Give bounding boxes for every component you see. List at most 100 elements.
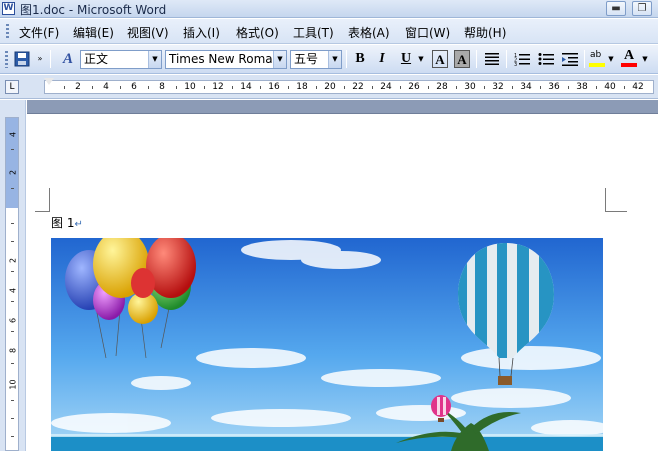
vertical-ruler-tick-label: 8 bbox=[8, 347, 18, 354]
styles-formatting-icon[interactable]: A bbox=[58, 49, 78, 69]
vertical-ruler-tick-label: 6 bbox=[8, 317, 18, 324]
ruler-minor-tick bbox=[316, 86, 317, 89]
restore-button[interactable]: ❐ bbox=[632, 1, 652, 16]
ruler-minor-tick bbox=[288, 86, 289, 89]
italic-button[interactable]: I bbox=[372, 49, 392, 69]
ruler-minor-tick bbox=[484, 86, 485, 89]
menu-view[interactable]: 视图(V) bbox=[127, 24, 169, 41]
save-icon[interactable] bbox=[12, 49, 32, 69]
menu-format[interactable]: 格式(O) bbox=[236, 24, 279, 41]
font-size-value: 五号 bbox=[294, 52, 319, 66]
ruler-tick-label: 42 bbox=[632, 82, 644, 92]
bullets-icon[interactable] bbox=[536, 49, 556, 69]
ruler-minor-tick bbox=[64, 86, 65, 89]
font-value: Times New Roman bbox=[169, 52, 281, 66]
menu-tools[interactable]: 工具(T) bbox=[293, 24, 334, 41]
ruler-tick-label: 38 bbox=[576, 82, 588, 92]
figure-caption[interactable]: 图 1↵ bbox=[51, 214, 83, 231]
vertical-ruler-minor-tick bbox=[11, 331, 14, 332]
balloons-image bbox=[51, 238, 603, 451]
tab-selector[interactable]: L bbox=[5, 80, 19, 94]
minimize-button[interactable]: ▬ bbox=[606, 1, 626, 16]
ruler-minor-tick bbox=[372, 86, 373, 89]
ruler-tick-label: 14 bbox=[240, 82, 252, 92]
ruler-minor-tick bbox=[92, 86, 93, 89]
toolbar-separator bbox=[346, 50, 347, 68]
svg-text:3: 3 bbox=[514, 62, 517, 66]
menu-file[interactable]: 文件(F) bbox=[19, 24, 59, 41]
formatting-toolbar: » A 正文 ▼ Times New Roman ▼ 五号 ▼ B I U ▼ … bbox=[0, 45, 658, 74]
ruler-minor-tick bbox=[344, 86, 345, 89]
vertical-ruler-minor-tick bbox=[11, 188, 14, 189]
ruler-tick-label: 26 bbox=[408, 82, 420, 92]
vertical-ruler-tick-label: 2 bbox=[8, 169, 18, 176]
vertical-ruler-minor-tick bbox=[11, 436, 14, 437]
ruler-tick-label: 8 bbox=[159, 82, 165, 92]
justify-icon[interactable] bbox=[482, 49, 502, 69]
menu-grip-handle[interactable] bbox=[6, 24, 9, 39]
inserted-picture[interactable] bbox=[51, 238, 603, 451]
vertical-ruler[interactable]: 4 2 2 4 6 8 10 bbox=[5, 117, 19, 451]
font-color-dropdown-icon[interactable]: ▼ bbox=[640, 49, 650, 69]
style-value: 正文 bbox=[84, 52, 109, 66]
menu-bar: 文件(F) 编辑(E) 视图(V) 插入(I) 格式(O) 工具(T) 表格(A… bbox=[0, 19, 658, 44]
ruler-tick-label: 10 bbox=[184, 82, 196, 92]
character-border-button[interactable]: A bbox=[432, 50, 448, 68]
toolbar-separator bbox=[50, 50, 51, 68]
indent-icon[interactable] bbox=[560, 49, 580, 69]
character-shading-button[interactable]: A bbox=[454, 50, 470, 68]
word-doc-icon[interactable]: W bbox=[2, 2, 15, 15]
chevron-down-icon[interactable]: ▼ bbox=[273, 51, 286, 68]
vertical-ruler-minor-tick bbox=[11, 400, 14, 401]
horizontal-ruler-bar: L 2 4 6 8 10 12 14 16 18 20 22 24 26 28 30 32 34 36 38 40 42 bbox=[0, 75, 658, 99]
underline-button[interactable]: U bbox=[396, 49, 416, 69]
font-size-combo[interactable]: 五号 ▼ bbox=[290, 50, 342, 69]
vertical-ruler-tick-label: 10 bbox=[8, 379, 18, 390]
toolbar-separator bbox=[506, 50, 507, 68]
font-color-icon[interactable]: A bbox=[620, 48, 640, 69]
font-combo[interactable]: Times New Roman ▼ bbox=[165, 50, 287, 69]
vertical-ruler-minor-tick bbox=[11, 271, 14, 272]
ruler-minor-tick bbox=[176, 86, 177, 89]
ruler-tick-label: 32 bbox=[492, 82, 504, 92]
menu-help[interactable]: 帮助(H) bbox=[464, 24, 506, 41]
ruler-minor-tick bbox=[204, 86, 205, 89]
ruler-tick-label: 24 bbox=[380, 82, 392, 92]
vertical-ruler-minor-tick bbox=[11, 223, 14, 224]
paragraph-mark: ↵ bbox=[74, 219, 83, 230]
ruler-tick-label: 22 bbox=[352, 82, 364, 92]
underline-dropdown-icon[interactable]: ▼ bbox=[416, 49, 426, 69]
ruler-minor-tick bbox=[624, 86, 625, 89]
ruler-tick-label: 40 bbox=[604, 82, 616, 92]
ruler-minor-tick bbox=[596, 86, 597, 89]
menu-edit[interactable]: 编辑(E) bbox=[73, 24, 114, 41]
toolbar-options-icon[interactable]: » bbox=[34, 49, 46, 69]
first-line-indent-marker[interactable] bbox=[44, 78, 54, 85]
styles-formatting-label: A bbox=[62, 51, 73, 67]
ruler-minor-tick bbox=[120, 86, 121, 89]
vertical-ruler-tick-label: 2 bbox=[8, 257, 18, 264]
ruler-tick-label: 30 bbox=[464, 82, 476, 92]
vertical-ruler-minor-tick bbox=[11, 149, 14, 150]
ruler-minor-tick bbox=[428, 86, 429, 89]
toolbar-grip-handle[interactable] bbox=[5, 51, 8, 68]
ruler-minor-tick bbox=[260, 86, 261, 89]
menu-insert[interactable]: 插入(I) bbox=[183, 24, 220, 41]
bold-button[interactable]: B bbox=[350, 49, 370, 69]
ruler-minor-tick bbox=[568, 86, 569, 89]
ruler-tick-label: 20 bbox=[324, 82, 336, 92]
style-combo[interactable]: 正文 ▼ bbox=[80, 50, 162, 69]
highlight-icon[interactable]: ab bbox=[588, 49, 608, 69]
title-bar: W 图1.doc - Microsoft Word ▬ ❐ bbox=[0, 0, 658, 18]
menu-window[interactable]: 窗口(W) bbox=[405, 24, 450, 41]
vertical-ruler-minor-tick bbox=[11, 418, 14, 419]
numbering-icon[interactable]: 1 2 3 bbox=[512, 49, 532, 69]
horizontal-ruler[interactable]: 2 4 6 8 10 12 14 16 18 20 22 24 26 28 30 32 34 36 38 40 42 bbox=[44, 80, 654, 94]
menu-table[interactable]: 表格(A) bbox=[348, 24, 390, 41]
highlight-dropdown-icon[interactable]: ▼ bbox=[606, 49, 616, 69]
chevron-down-icon[interactable]: ▼ bbox=[328, 51, 341, 68]
ruler-tick-label: 12 bbox=[212, 82, 224, 92]
ruler-minor-tick bbox=[512, 86, 513, 89]
chevron-down-icon[interactable]: ▼ bbox=[148, 51, 161, 68]
vertical-ruler-tick-label: 4 bbox=[8, 131, 18, 138]
